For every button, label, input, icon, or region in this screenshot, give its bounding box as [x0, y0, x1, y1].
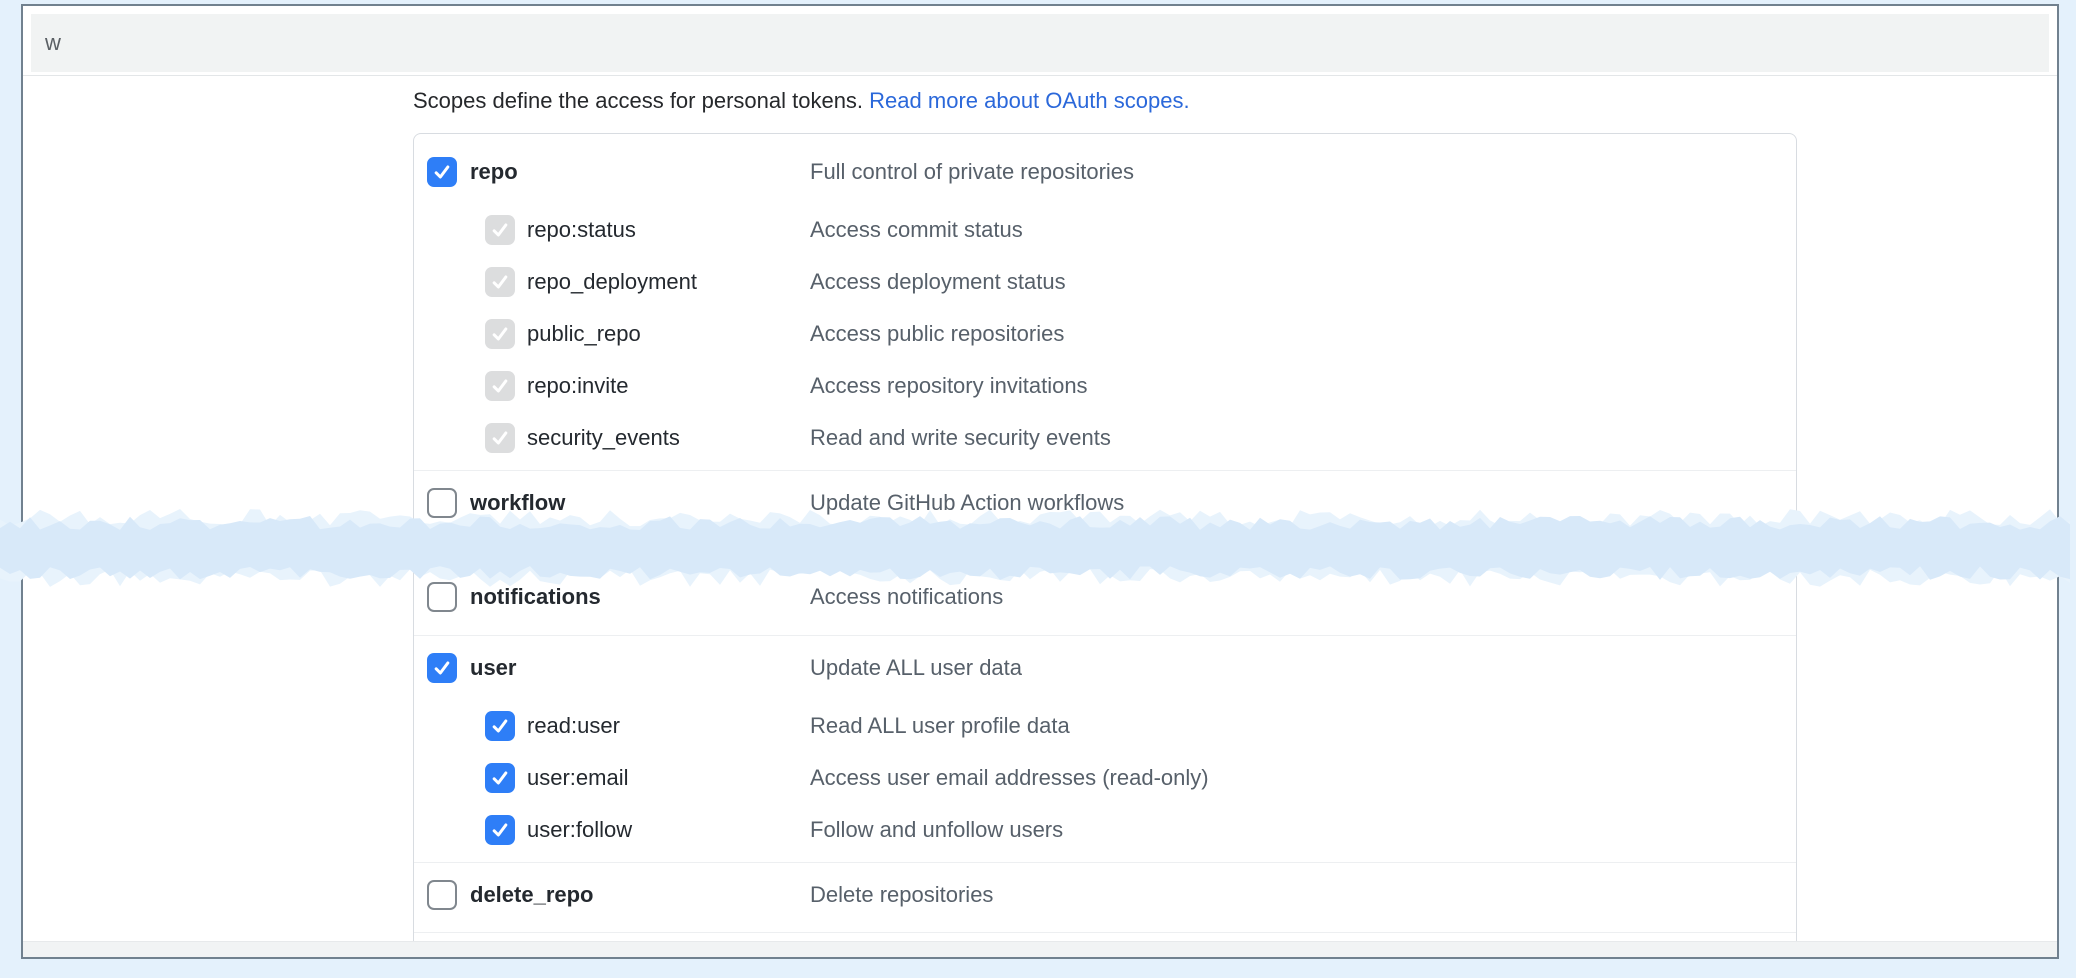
scope-description: Update GitHub Action workflows: [810, 490, 1124, 516]
scope-row-user-follow: user:follow Follow and unfollow users: [414, 804, 1796, 856]
torn-gap: [414, 535, 1796, 565]
scope-checkbox-workflow[interactable]: [427, 488, 457, 518]
scope-checkbox-repo-invite: [485, 371, 515, 401]
scope-name: repo: [470, 159, 518, 185]
scopes-intro: Scopes define the access for personal to…: [413, 88, 1190, 114]
scope-description: Delete repositories: [810, 882, 993, 908]
checkmark-icon: [490, 376, 510, 396]
screenshot-frame: w Scopes define the access for personal …: [21, 4, 2059, 959]
scope-name: read:user: [527, 713, 620, 739]
scope-checkbox-public_repo: [485, 319, 515, 349]
scope-name: delete_repo: [470, 882, 594, 908]
scope-checkbox-user-follow[interactable]: [485, 815, 515, 845]
scope-description: Read and write security events: [810, 425, 1111, 451]
scope-name: user:follow: [527, 817, 632, 843]
scope-name: user:email: [527, 765, 628, 791]
scope-name: notifications: [470, 584, 601, 610]
scope-description: Access public repositories: [810, 321, 1064, 347]
scope-row-user-email: user:email Access user email addresses (…: [414, 752, 1796, 804]
scope-row-delete_repo: delete_repo Delete repositories: [414, 863, 1796, 927]
scope-name: security_events: [527, 425, 680, 451]
scope-description: Access notifications: [810, 584, 1003, 610]
scopes-list: repo Full control of private repositorie…: [413, 133, 1797, 941]
scope-description: Access commit status: [810, 217, 1023, 243]
scope-description: Access deployment status: [810, 269, 1066, 295]
scope-description: Access repository invitations: [810, 373, 1088, 399]
checkmark-icon: [432, 162, 452, 182]
header-divider: [23, 75, 2057, 76]
scope-row-repo-status: repo:status Access commit status: [414, 204, 1796, 256]
scope-checkbox-repo[interactable]: [427, 157, 457, 187]
checkmark-icon: [490, 768, 510, 788]
scope-name: repo:status: [527, 217, 636, 243]
checkmark-icon: [490, 820, 510, 840]
header-text: w: [45, 30, 61, 56]
scope-row-repo: repo Full control of private repositorie…: [414, 140, 1796, 204]
scope-checkbox-read-user[interactable]: [485, 711, 515, 741]
scope-checkbox-notifications[interactable]: [427, 582, 457, 612]
intro-text: Scopes define the access for personal to…: [413, 88, 863, 113]
scope-checkbox-security_events: [485, 423, 515, 453]
checkmark-icon: [490, 428, 510, 448]
oauth-scopes-link[interactable]: Read more about OAuth scopes.: [869, 88, 1189, 113]
scope-row-security_events: security_events Read and write security …: [414, 412, 1796, 464]
scope-name: user: [470, 655, 516, 681]
scope-checkbox-user[interactable]: [427, 653, 457, 683]
scope-name: repo:invite: [527, 373, 629, 399]
scope-checkbox-repo-status: [485, 215, 515, 245]
checkmark-icon: [490, 716, 510, 736]
row-separator: [414, 932, 1796, 933]
checkmark-icon: [432, 658, 452, 678]
scope-row-public_repo: public_repo Access public repositories: [414, 308, 1796, 360]
browser-header-bar: w: [31, 14, 2049, 72]
scope-description: Access user email addresses (read-only): [810, 765, 1209, 791]
scope-row-repo-invite: repo:invite Access repository invitation…: [414, 360, 1796, 412]
scope-checkbox-delete_repo[interactable]: [427, 880, 457, 910]
scope-row-read-user: read:user Read ALL user profile data: [414, 700, 1796, 752]
scope-row-user: user Update ALL user data: [414, 636, 1796, 700]
frame-content: w Scopes define the access for personal …: [23, 6, 2057, 957]
scope-name: repo_deployment: [527, 269, 697, 295]
scope-checkbox-user-email[interactable]: [485, 763, 515, 793]
scope-description: Follow and unfollow users: [810, 817, 1063, 843]
checkmark-icon: [490, 220, 510, 240]
scope-row-workflow: workflow Update GitHub Action workflows: [414, 471, 1796, 535]
checkmark-icon: [490, 272, 510, 292]
scope-name: public_repo: [527, 321, 641, 347]
scope-description: Read ALL user profile data: [810, 713, 1070, 739]
bottom-edge-strip: [23, 941, 2057, 957]
scope-row-repo_deployment: repo_deployment Access deployment status: [414, 256, 1796, 308]
scope-checkbox-repo_deployment: [485, 267, 515, 297]
scope-row-notifications: notifications Access notifications: [414, 565, 1796, 629]
scope-description: Full control of private repositories: [810, 159, 1134, 185]
checkmark-icon: [490, 324, 510, 344]
scope-name: workflow: [470, 490, 565, 516]
scope-description: Update ALL user data: [810, 655, 1022, 681]
